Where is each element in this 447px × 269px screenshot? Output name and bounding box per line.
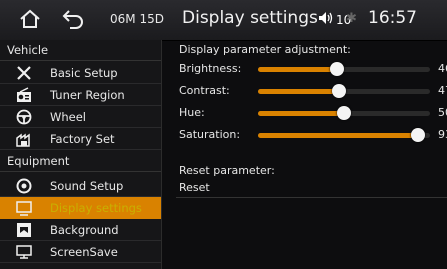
saturation-slider[interactable]	[258, 128, 430, 142]
display-icon	[16, 200, 32, 216]
bluetooth-icon: ✱	[346, 11, 357, 26]
sidebar-item-background[interactable]: Background	[0, 219, 161, 241]
sidebar-item-label: Factory Set	[50, 131, 115, 146]
picture-icon	[16, 222, 32, 238]
sidebar-item-screensave[interactable]: ScreenSave	[0, 241, 161, 263]
brightness-slider-fill	[258, 67, 338, 72]
sidebar-section-vehicle: Vehicle	[0, 40, 161, 61]
sidebar-item-label: Display settings	[50, 200, 142, 215]
saturation-slider-knob[interactable]	[410, 128, 425, 142]
hue-label: Hue:	[179, 106, 205, 119]
page-title: Display settings	[182, 8, 318, 28]
home-icon[interactable]	[18, 7, 42, 31]
factory-icon	[16, 131, 32, 147]
sidebar-item-label: Background	[50, 222, 119, 237]
steering-wheel-icon	[16, 109, 32, 125]
sidebar-item-factory-set[interactable]: Factory Set	[0, 128, 161, 150]
contrast-slider[interactable]	[258, 84, 430, 98]
sidebar-item-label: Sound Setup	[50, 178, 124, 193]
hue-slider-fill	[258, 111, 344, 116]
sidebar-item-wheel[interactable]: Wheel	[0, 106, 161, 128]
speaker-volume-icon	[318, 11, 334, 28]
saturation-value: 93	[438, 128, 447, 141]
reset-section-title: Reset parameter:	[179, 164, 275, 177]
top-bar: 06M 15D Display settings 10 ✱ 16:57	[0, 0, 447, 41]
date-label: 06M 15D	[110, 12, 164, 26]
speaker-icon	[16, 178, 32, 194]
saturation-slider-fill	[258, 133, 418, 138]
radio-icon	[16, 86, 32, 103]
wrench-screwdriver-icon	[16, 65, 32, 81]
sidebar: Vehicle Basic Setup Tuner Region Wheel F…	[0, 40, 162, 269]
sidebar-item-label: ScreenSave	[50, 244, 118, 259]
contrast-slider-knob[interactable]	[331, 84, 346, 98]
sidebar-section-equipment: Equipment	[0, 151, 161, 172]
back-icon[interactable]	[61, 8, 85, 30]
hue-slider[interactable]	[258, 106, 430, 120]
contrast-label: Contrast:	[179, 84, 230, 97]
sidebar-item-tuner-region[interactable]: Tuner Region	[0, 84, 161, 106]
contrast-value: 47	[438, 84, 447, 97]
sidebar-item-label: Wheel	[50, 109, 87, 124]
divider	[176, 197, 447, 198]
contrast-slider-fill	[258, 89, 339, 94]
sidebar-item-label: Basic Setup	[50, 65, 118, 80]
brightness-label: Brightness:	[179, 62, 242, 75]
display-settings-panel: Display parameter adjustment: Brightness…	[162, 40, 447, 269]
brightness-value: 46	[438, 62, 447, 75]
brightness-slider[interactable]	[258, 62, 430, 76]
sidebar-item-sound-setup[interactable]: Sound Setup	[0, 175, 161, 197]
monitor-icon	[16, 244, 32, 260]
sidebar-item-display-settings[interactable]: Display settings	[0, 197, 161, 219]
sidebar-item-basic-setup[interactable]: Basic Setup	[0, 62, 161, 84]
adjust-section-title: Display parameter adjustment:	[179, 43, 351, 56]
saturation-label: Saturation:	[179, 128, 241, 141]
sidebar-item-label: Tuner Region	[50, 87, 125, 102]
hue-slider-knob[interactable]	[337, 106, 351, 120]
reset-button[interactable]: Reset	[179, 181, 210, 194]
brightness-slider-knob[interactable]	[330, 62, 345, 76]
clock: 16:57	[368, 8, 417, 28]
hue-value: 50	[438, 106, 447, 119]
